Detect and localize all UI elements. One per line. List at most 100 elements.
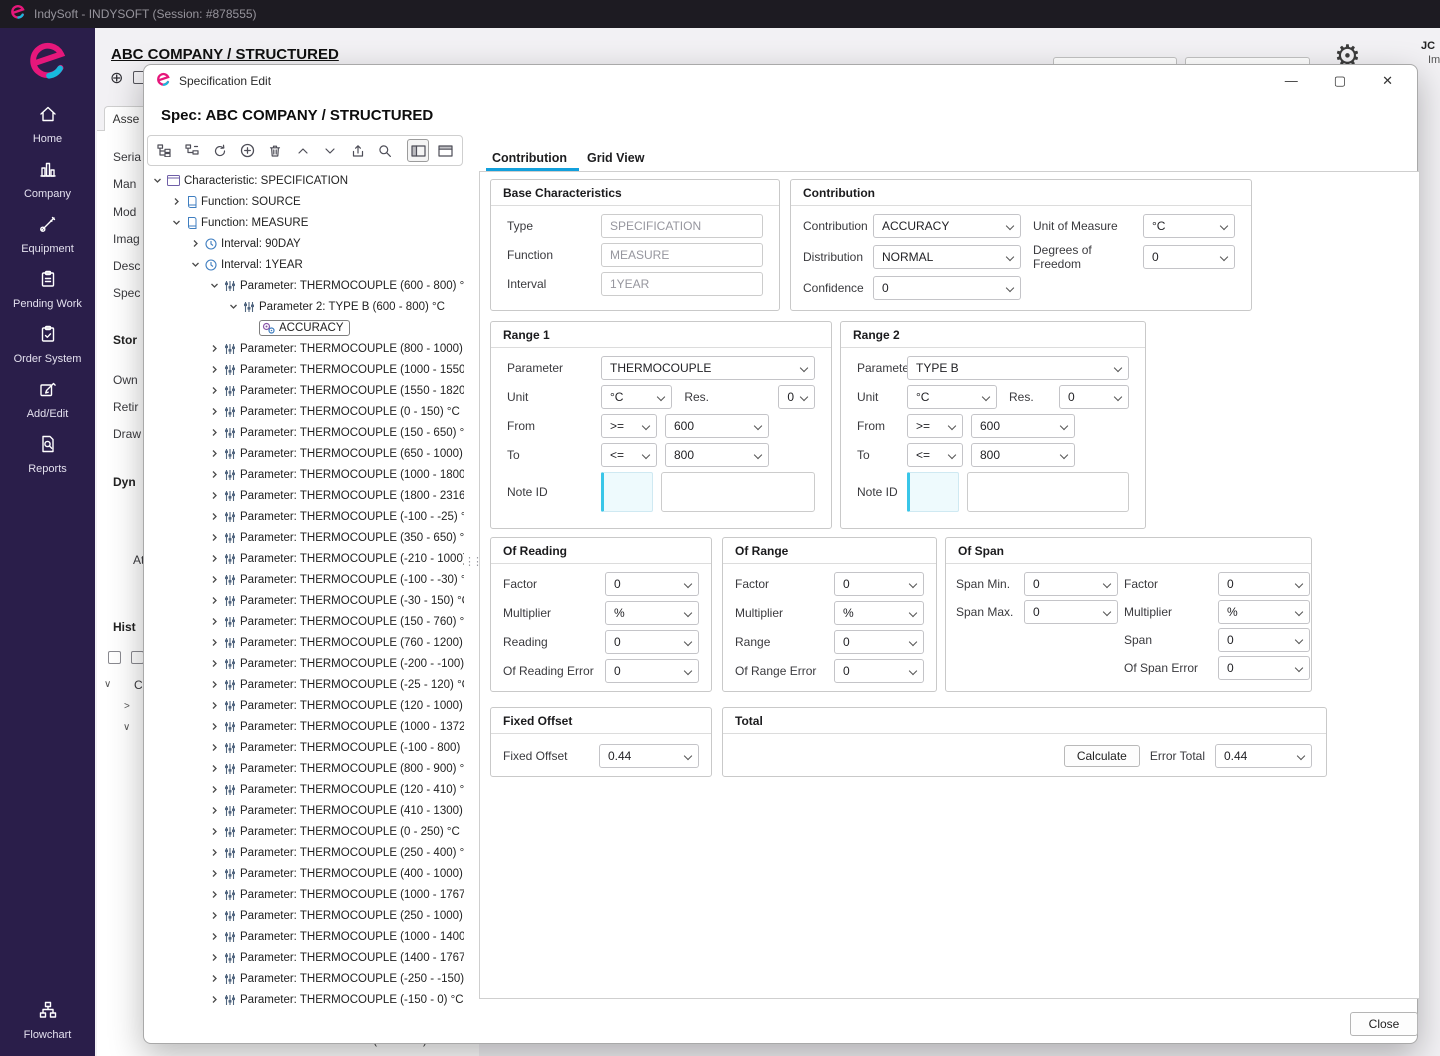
factor-select[interactable]: 0 (605, 572, 699, 596)
sidebar-item-equipment[interactable]: Equipment (0, 207, 95, 262)
tree-item[interactable]: Interval: 1YEAR (147, 254, 464, 275)
tree-item[interactable]: ACCURACY (147, 317, 464, 338)
fixed-offset-select[interactable]: 0.44 (599, 744, 699, 768)
tree-item[interactable]: Parameter: THERMOCOUPLE (350 - 650) °C (147, 527, 464, 548)
tree-item[interactable]: Parameter: THERMOCOUPLE (800 - 900) °C (147, 758, 464, 779)
tree-item[interactable]: Parameter: THERMOCOUPLE (-250 - -150) °C (147, 968, 464, 989)
res-select[interactable]: 0 (778, 385, 815, 409)
to-value-select[interactable]: 800 (971, 443, 1075, 467)
from-operator-select[interactable]: >= (907, 414, 963, 438)
tree-item[interactable]: Parameter: THERMOCOUPLE (1000 - 1800) °C (147, 464, 464, 485)
maximize-button[interactable]: ▢ (1334, 73, 1346, 89)
reading-select[interactable]: 0 (605, 630, 699, 654)
unit-of-measure-select[interactable]: °C (1143, 214, 1235, 238)
span-max-select[interactable]: 0 (1024, 600, 1118, 624)
tree-item[interactable]: Parameter: THERMOCOUPLE (-150 - 0) °C (147, 989, 464, 1010)
tree-toolbar-icon[interactable] (108, 651, 121, 664)
tree-item[interactable]: Parameter: THERMOCOUPLE (-25 - 120) °C (147, 674, 464, 695)
chevron-down-icon[interactable]: ∨ (123, 722, 130, 733)
tree-item[interactable]: Parameter: THERMOCOUPLE (-30 - 150) °C (147, 590, 464, 611)
tree-item[interactable]: Parameter 2: TYPE B (600 - 800) °C (147, 296, 464, 317)
sidebar-item-pending-work[interactable]: Pending Work (0, 262, 95, 317)
export-icon[interactable] (346, 139, 369, 162)
tree-item[interactable]: Parameter: THERMOCOUPLE (800 - 1000) °C (147, 338, 464, 359)
unit-select[interactable]: °C (601, 385, 672, 409)
tree-item[interactable]: Parameter: THERMOCOUPLE (-100 - -25) °C (147, 506, 464, 527)
add-icon[interactable]: ⊕ (110, 68, 123, 88)
tree-item[interactable]: Parameter: THERMOCOUPLE (0 - 150) °C (147, 401, 464, 422)
tree-item[interactable]: Characteristic: SPECIFICATION (147, 170, 464, 191)
from-value-select[interactable]: 600 (971, 414, 1075, 438)
to-value-select[interactable]: 800 (665, 443, 769, 467)
tab-asset[interactable]: Asse (104, 106, 148, 131)
splitter-handle[interactable]: ⋮⋮ (464, 560, 472, 582)
of-span-error-select[interactable]: 0 (1218, 656, 1310, 680)
tree-item[interactable]: Parameter: THERMOCOUPLE (400 - 1000) °C (147, 863, 464, 884)
tree-item[interactable]: Function: MEASURE (147, 212, 464, 233)
close-button[interactable]: Close (1350, 1012, 1418, 1036)
multiplier-select[interactable]: % (1218, 600, 1310, 624)
add-icon[interactable] (236, 139, 259, 162)
tree-item[interactable]: Parameter: THERMOCOUPLE (650 - 1000) °C (147, 443, 464, 464)
tree-item[interactable]: Parameter: THERMOCOUPLE (-200 - -100) °C (147, 653, 464, 674)
tree-item[interactable]: Parameter: THERMOCOUPLE (1400 - 1767) °C (147, 947, 464, 968)
of-range-error-select[interactable]: 0 (834, 659, 924, 683)
unit-select[interactable]: °C (907, 385, 997, 409)
tree-item[interactable]: Parameter: THERMOCOUPLE (-100 - -30) °C (147, 569, 464, 590)
span-select[interactable]: 0 (1218, 628, 1310, 652)
note-text-box[interactable] (967, 472, 1129, 512)
sidebar-item-order-system[interactable]: Order System (0, 317, 95, 372)
tree-item[interactable]: Parameter: THERMOCOUPLE (760 - 1200) °C (147, 632, 464, 653)
delete-icon[interactable] (264, 139, 287, 162)
sidebar-item-company[interactable]: Company (0, 152, 95, 207)
contribution-select[interactable]: ACCURACY (873, 214, 1021, 238)
error-total-select[interactable]: 0.44 (1215, 744, 1312, 768)
tree-item[interactable]: Interval: 90DAY (147, 233, 464, 254)
chevron-down-icon[interactable]: ∨ (104, 679, 111, 690)
sidebar-item-add-edit[interactable]: Add/Edit (0, 372, 95, 427)
tab-grid-view[interactable]: Grid View (585, 147, 646, 169)
tree-item[interactable]: Parameter: THERMOCOUPLE (1000 - 1767) °C (147, 884, 464, 905)
sidebar-item-home[interactable]: Home (0, 97, 95, 152)
tree-item[interactable]: Parameter: THERMOCOUPLE (1000 - 1550) °C (147, 359, 464, 380)
tree-item[interactable]: Parameter: THERMOCOUPLE (600 - 800) °C (147, 275, 464, 296)
span-min-select[interactable]: 0 (1024, 572, 1118, 596)
minimize-button[interactable]: — (1285, 73, 1298, 89)
distribution-select[interactable]: NORMAL (873, 245, 1021, 269)
parameter-select[interactable]: THERMOCOUPLE (601, 356, 815, 380)
tree-item[interactable]: Parameter: THERMOCOUPLE (120 - 1000) °C (147, 695, 464, 716)
tree-item[interactable]: Parameter: THERMOCOUPLE (1000 - 1372) °C (147, 716, 464, 737)
refresh-icon[interactable] (208, 139, 231, 162)
calculate-button[interactable]: Calculate (1064, 745, 1140, 767)
user-avatar[interactable]: JC (1421, 40, 1435, 52)
tree-item[interactable]: Parameter: THERMOCOUPLE (0 - 250) °C (147, 821, 464, 842)
sidebar-item-reports[interactable]: Reports (0, 427, 95, 482)
from-operator-select[interactable]: >= (601, 414, 657, 438)
to-operator-select[interactable]: <= (907, 443, 963, 467)
note-id-input[interactable] (907, 472, 959, 512)
tree-item[interactable]: Parameter: THERMOCOUPLE (120 - 410) °C (147, 779, 464, 800)
tree-item[interactable]: Parameter: THERMOCOUPLE (-210 - 1000) °C (147, 548, 464, 569)
move-up-icon[interactable] (291, 139, 314, 162)
tree-item[interactable]: Parameter: THERMOCOUPLE (150 - 650) °C (147, 422, 464, 443)
of-reading-error-select[interactable]: 0 (605, 659, 699, 683)
collapse-all-icon[interactable] (181, 139, 204, 162)
layout-top-panel-icon[interactable] (434, 139, 457, 162)
layout-left-panel-icon[interactable] (407, 139, 430, 162)
sidebar-item-flowchart[interactable]: Flowchart (0, 993, 95, 1048)
res-select[interactable]: 0 (1059, 385, 1129, 409)
move-down-icon[interactable] (319, 139, 342, 162)
parameter-select[interactable]: TYPE B (907, 356, 1129, 380)
chevron-right-icon[interactable]: > (124, 701, 130, 712)
degrees-of-freedom-select[interactable]: 0 (1143, 245, 1235, 269)
search-icon[interactable] (374, 139, 397, 162)
range-select[interactable]: 0 (834, 630, 924, 654)
tree-item[interactable]: Parameter: THERMOCOUPLE (1800 - 2316) °C (147, 485, 464, 506)
tree-item[interactable]: Parameter: THERMOCOUPLE (250 - 1000) °C (147, 905, 464, 926)
tree-item[interactable]: Parameter: THERMOCOUPLE (410 - 1300) °C (147, 800, 464, 821)
tree-item[interactable]: Parameter: THERMOCOUPLE (-100 - 800) °C (147, 737, 464, 758)
note-id-input[interactable] (601, 472, 653, 512)
factor-select[interactable]: 0 (834, 572, 924, 596)
expand-all-icon[interactable] (153, 139, 176, 162)
multiplier-select[interactable]: % (605, 601, 699, 625)
